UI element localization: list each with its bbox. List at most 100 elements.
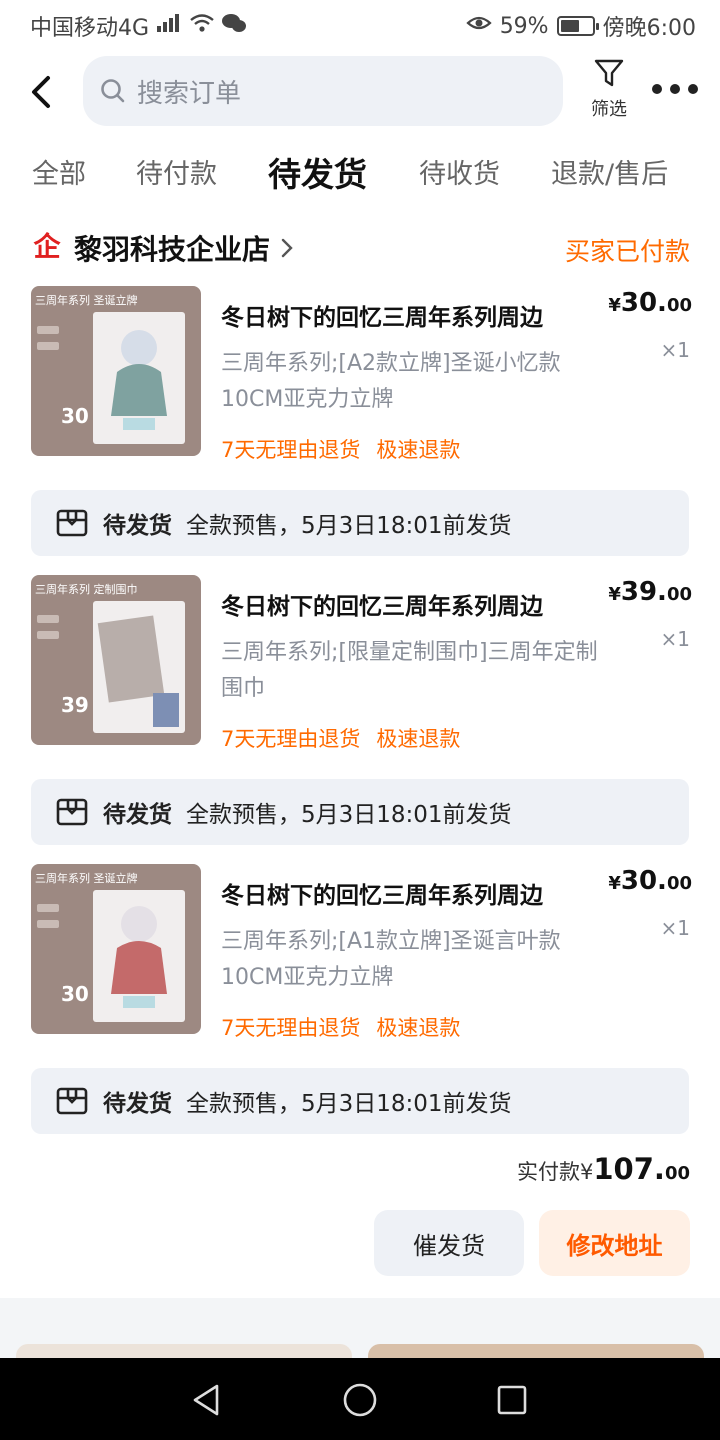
service-tag: 极速退款	[376, 727, 461, 751]
search-icon	[101, 79, 125, 103]
service-tag: 7天无理由退货	[221, 1016, 361, 1040]
system-nav-bar	[0, 1358, 720, 1440]
shop-link[interactable]: 企 黎羽科技企业店	[30, 228, 294, 268]
order-tabs: 全部 待付款 待发货 待收货 退款/售后	[0, 140, 720, 206]
triangle-back-icon	[193, 1384, 219, 1416]
product-image	[93, 890, 185, 1022]
price-integer: 30.	[620, 866, 667, 896]
filter-button[interactable]: 筛选	[580, 56, 638, 126]
service-tag: 7天无理由退货	[221, 727, 361, 751]
nav-back-button[interactable]	[186, 1380, 226, 1420]
more-dot-icon	[652, 84, 662, 94]
order-list-page: 中国移动4G 59% 傍晚6:00 搜索订单 筛选 全部 待付款 待发货 待收货…	[0, 0, 720, 1440]
item-price: ¥30.00	[608, 288, 692, 318]
price-integer: 39.	[620, 577, 667, 607]
circle-home-icon	[343, 1383, 377, 1417]
package-icon	[56, 798, 88, 826]
shipping-note: 全款预售，5月3日18:01前发货	[186, 1091, 512, 1117]
thumbnail-tag: 三周年系列 圣诞立牌	[35, 872, 138, 885]
chat-app-icon	[221, 12, 247, 40]
product-spec: 三周年系列;[A2款立牌]圣诞小忆款10CM亚克力立牌	[221, 351, 561, 412]
service-tags: 7天无理由退货 极速退款	[221, 1012, 460, 1042]
order-item[interactable]: 三周年系列 圣诞立牌 30 冬日树下的回忆三周年系列周边 三周年系列;[A2款立…	[0, 286, 720, 476]
thumbnail-price: 30	[61, 404, 89, 428]
product-thumbnail[interactable]: 三周年系列 圣诞立牌 30	[31, 286, 201, 456]
order-card: 企 黎羽科技企业店 买家已付款 三周年系列 圣诞立牌 30 冬日树下的回忆三周年…	[0, 210, 720, 1298]
shipping-note: 全款预售，5月3日18:01前发货	[186, 513, 512, 539]
header-bar: 搜索订单 筛选	[0, 50, 720, 134]
price-currency: ¥	[608, 584, 621, 605]
more-dot-icon	[688, 84, 698, 94]
shipping-status: 待发货	[103, 802, 172, 828]
shipping-status-row: 待发货 全款预售，5月3日18:01前发货	[31, 490, 689, 556]
item-quantity: ×1	[660, 916, 690, 940]
square-recents-icon	[497, 1385, 527, 1415]
more-menu-button[interactable]	[652, 76, 698, 102]
thumbnail-price: 39	[61, 693, 89, 717]
shipping-status: 待发货	[103, 1091, 172, 1117]
tab-refund-aftersale[interactable]: 退款/售后	[551, 152, 668, 191]
price-currency: ¥	[608, 873, 621, 894]
price-currency: ¥	[608, 295, 621, 316]
tab-all[interactable]: 全部	[32, 152, 86, 191]
funnel-icon	[594, 59, 624, 87]
clock: 傍晚6:00	[602, 16, 696, 41]
product-title[interactable]: 冬日树下的回忆三周年系列周边	[221, 587, 543, 621]
shipping-status-row: 待发货 全款预售，5月3日18:01前发货	[31, 779, 689, 845]
service-tag: 极速退款	[376, 438, 461, 462]
carrier-label: 中国移动4G	[30, 16, 150, 41]
enterprise-badge-text: 企	[34, 231, 62, 261]
service-tags: 7天无理由退货 极速退款	[221, 723, 460, 753]
battery-icon	[556, 16, 599, 36]
signal-icon	[155, 13, 183, 39]
shipping-status: 待发货	[103, 513, 172, 539]
order-item[interactable]: 三周年系列 定制围巾 39 冬日树下的回忆三周年系列周边 三周年系列;[限量定制…	[0, 575, 720, 765]
total-currency: ¥	[580, 1160, 594, 1184]
more-dot-icon	[670, 84, 680, 94]
top-area: 中国移动4G 59% 傍晚6:00 搜索订单 筛选 全部 待付款 待发货 待收货…	[0, 0, 720, 210]
change-address-button[interactable]: 修改地址	[539, 1210, 690, 1276]
shipping-status-row: 待发货 全款预售，5月3日18:01前发货	[31, 1068, 689, 1134]
enterprise-badge-icon: 企	[30, 231, 64, 265]
price-decimal: 00	[666, 584, 692, 605]
product-image	[93, 601, 185, 733]
tab-pending-shipment[interactable]: 待发货	[268, 148, 367, 196]
service-tag: 7天无理由退货	[221, 438, 361, 462]
package-icon	[56, 509, 88, 537]
thumbnail-tag: 三周年系列 定制围巾	[35, 583, 138, 596]
search-placeholder: 搜索订单	[137, 78, 242, 109]
eye-comfort-icon	[466, 13, 492, 39]
remind-shipment-button[interactable]: 催发货	[374, 1210, 524, 1276]
item-quantity: ×1	[660, 338, 690, 362]
shop-name: 黎羽科技企业店	[74, 233, 271, 266]
order-item[interactable]: 三周年系列 圣诞立牌 30 冬日树下的回忆三周年系列周边 三周年系列;[A1款立…	[0, 864, 720, 1054]
product-thumbnail[interactable]: 三周年系列 圣诞立牌 30	[31, 864, 201, 1034]
total-decimal: 00	[664, 1163, 690, 1184]
wifi-icon	[189, 13, 215, 39]
product-image	[93, 312, 185, 444]
product-title[interactable]: 冬日树下的回忆三周年系列周边	[221, 298, 543, 332]
product-title[interactable]: 冬日树下的回忆三周年系列周边	[221, 876, 543, 910]
thumbnail-price: 30	[61, 982, 89, 1006]
battery-percent: 59%	[499, 13, 549, 39]
tab-pending-receipt[interactable]: 待收货	[419, 152, 500, 191]
service-tag: 极速退款	[376, 1016, 461, 1040]
search-input[interactable]: 搜索订单	[83, 56, 563, 126]
item-quantity: ×1	[660, 627, 690, 651]
thumbnail-tag: 三周年系列 圣诞立牌	[35, 294, 138, 307]
price-integer: 30.	[620, 288, 667, 318]
total-integer: 107.	[593, 1152, 665, 1186]
nav-recents-button[interactable]	[492, 1380, 532, 1420]
tab-pending-payment[interactable]: 待付款	[136, 152, 217, 191]
product-thumbnail[interactable]: 三周年系列 定制围巾 39	[31, 575, 201, 745]
product-spec: 三周年系列;[限量定制围巾]三周年定制围巾	[221, 640, 598, 701]
item-price: ¥30.00	[608, 866, 692, 896]
nav-home-button[interactable]	[340, 1380, 380, 1420]
back-button[interactable]	[26, 72, 58, 112]
filter-label: 筛选	[591, 99, 627, 120]
shipping-note: 全款预售，5月3日18:01前发货	[186, 802, 512, 828]
price-decimal: 00	[666, 295, 692, 316]
package-icon	[56, 1087, 88, 1115]
total-label: 实付款	[517, 1160, 580, 1184]
price-decimal: 00	[666, 873, 692, 894]
